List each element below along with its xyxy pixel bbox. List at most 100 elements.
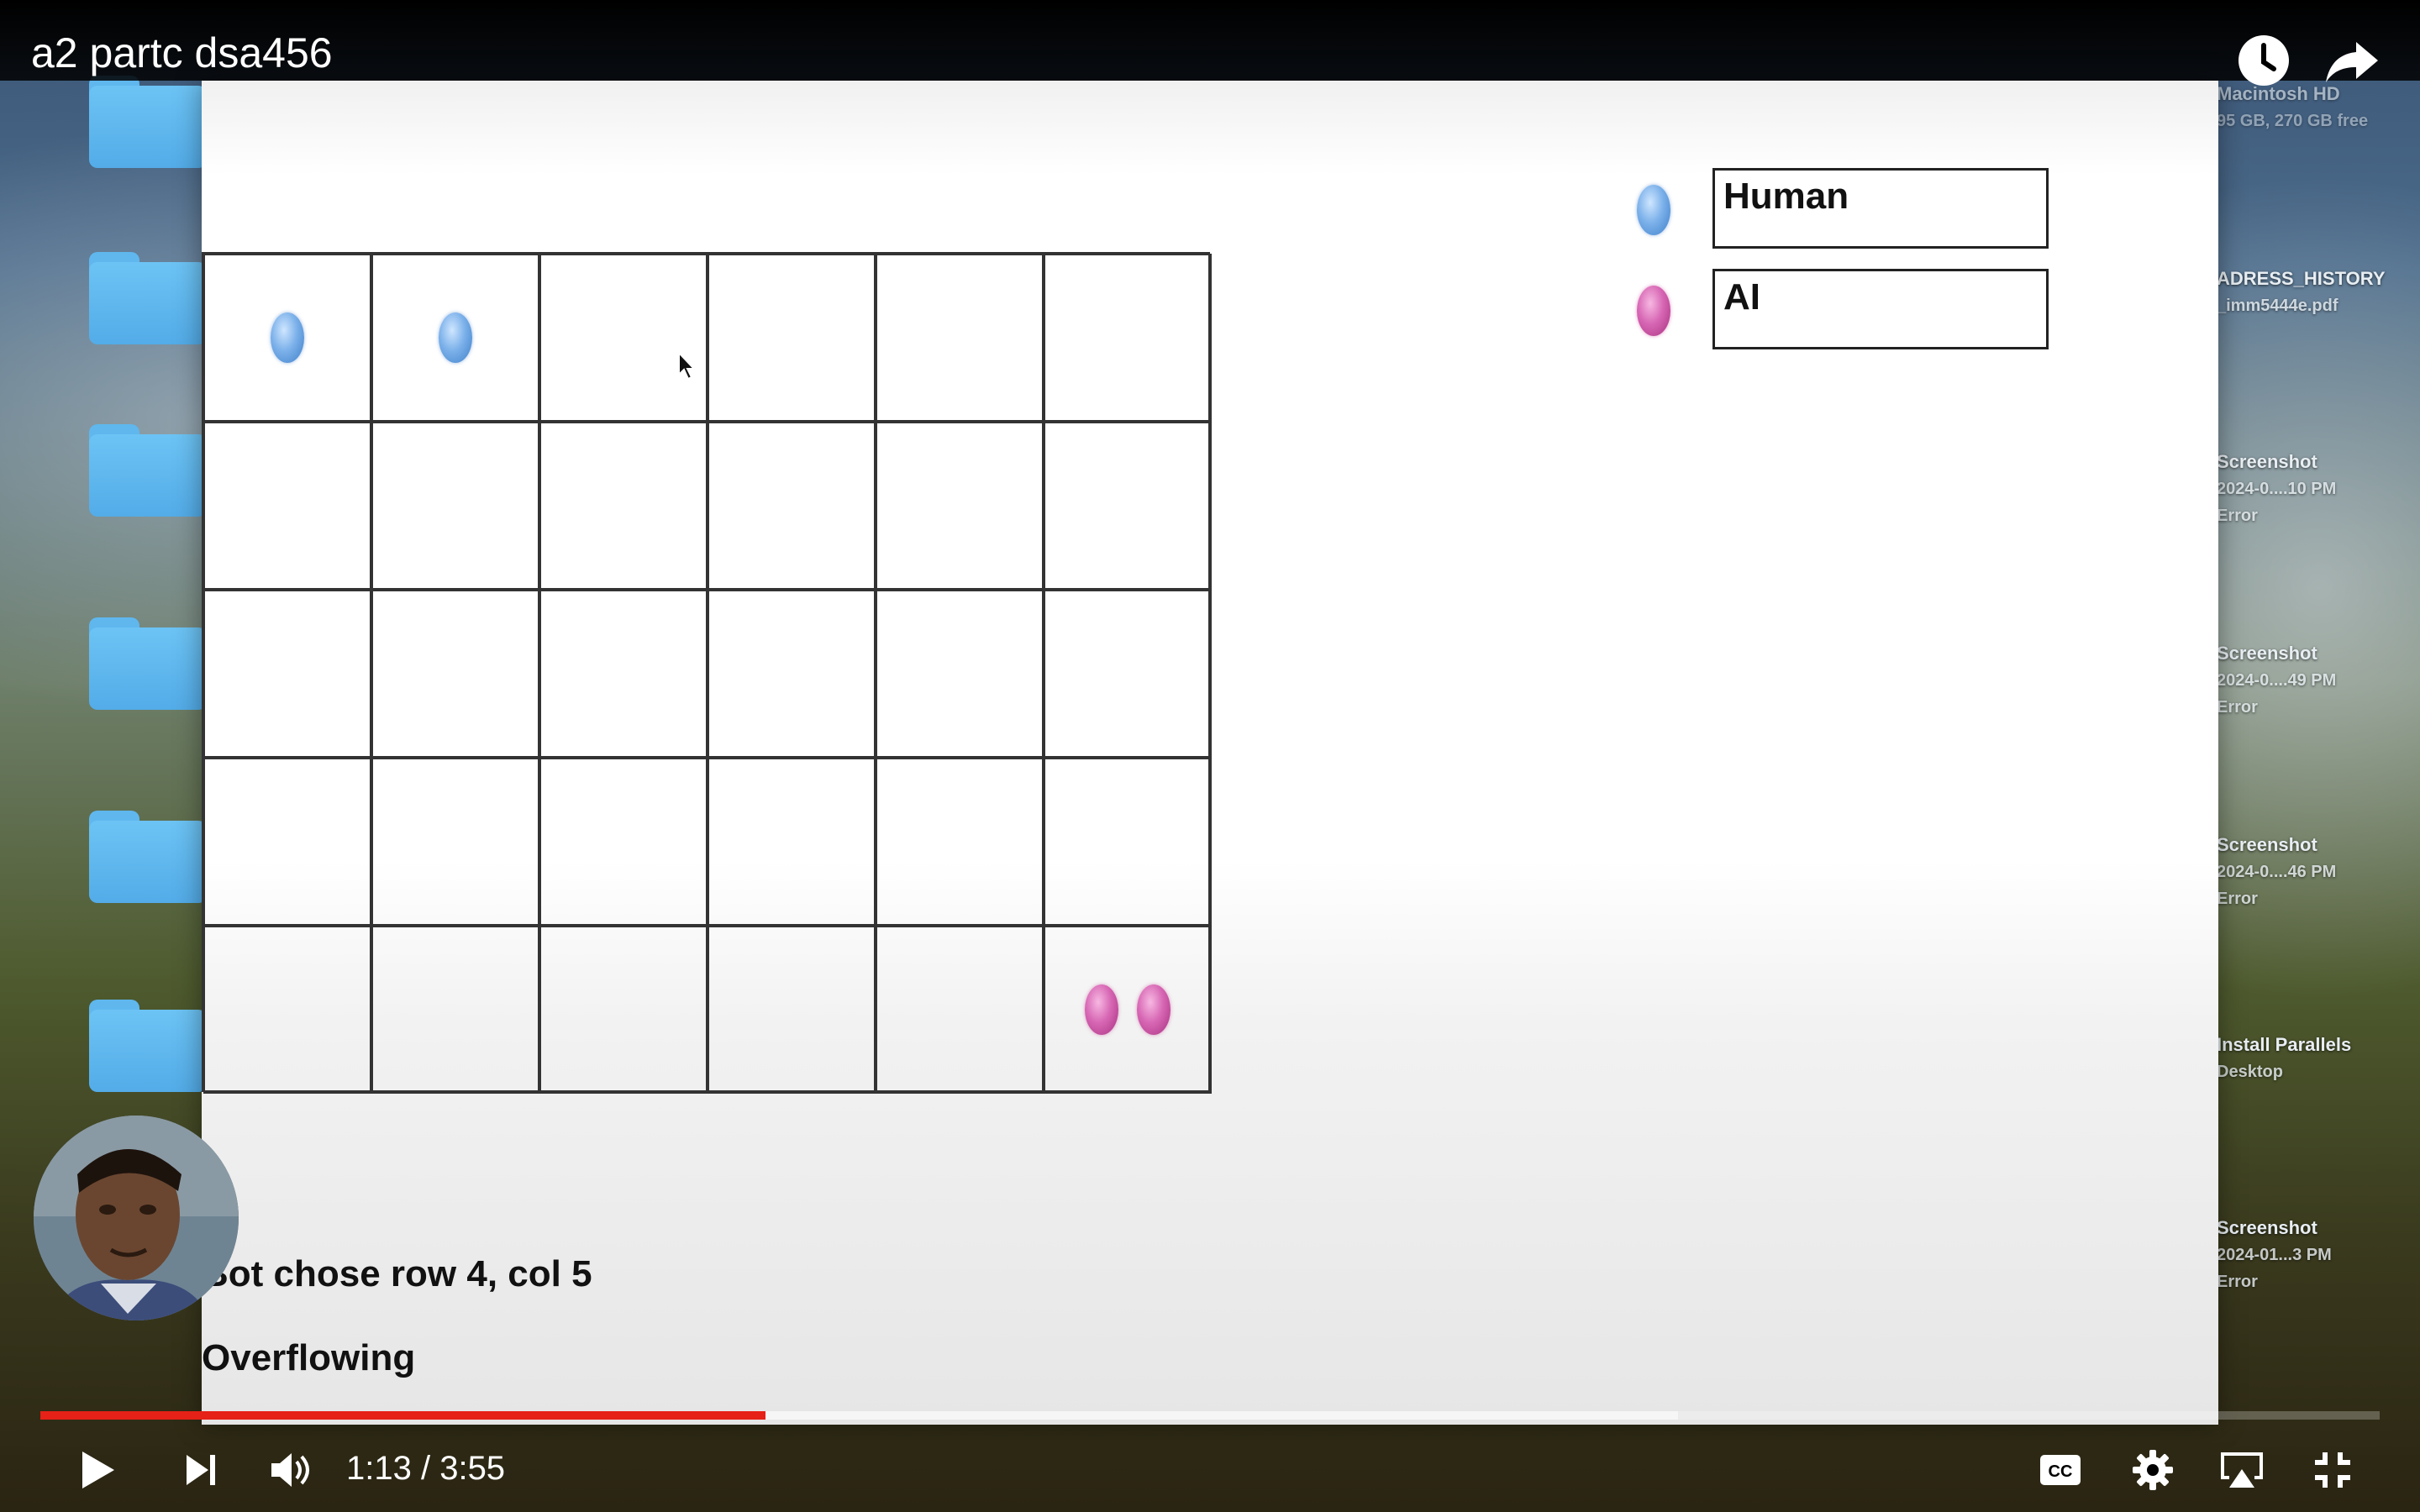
title-gradient	[0, 0, 2420, 81]
board-cell[interactable]	[876, 758, 1044, 926]
file-status: Error	[2217, 507, 2258, 525]
board-cell[interactable]	[708, 758, 876, 926]
game-window: Human AI Bot chose row 4, col 5 Overflow…	[202, 81, 2218, 1425]
board-cell[interactable]	[371, 254, 539, 422]
file-name: Screenshot	[2217, 451, 2317, 472]
file-status: Error	[2217, 698, 2258, 717]
progress-played	[40, 1411, 766, 1420]
time-display: 1:13 / 3:55	[346, 1450, 505, 1488]
file-name: Screenshot	[2217, 643, 2317, 664]
video-title: a2 partc dsa456	[31, 29, 333, 76]
board-cell[interactable]	[1044, 422, 1212, 590]
file-status: Error	[2217, 1273, 2258, 1291]
board-cell[interactable]	[708, 254, 876, 422]
desktop-file-label: Screenshot 2024-0....49 PM Error	[2217, 640, 2418, 721]
status-message: Overflowing	[202, 1337, 416, 1378]
volume-button[interactable]	[260, 1443, 321, 1497]
desktop-file-label: Screenshot 2024-01...3 PM Error	[2217, 1215, 2418, 1295]
ai-piece-icon	[1637, 286, 1670, 336]
progress-bar[interactable]	[40, 1411, 2380, 1420]
fullscreen-button[interactable]	[2302, 1443, 2363, 1497]
exit-fullscreen-icon	[2315, 1452, 2350, 1488]
board-cell[interactable]	[708, 926, 876, 1094]
time-current: 1:13	[346, 1450, 412, 1487]
cc-icon: CC	[2040, 1455, 2081, 1485]
board-cell[interactable]	[1044, 254, 1212, 422]
player-controls: 1:13 / 3:55 CC	[0, 1428, 2420, 1512]
skip-next-icon	[187, 1455, 215, 1485]
board-cell[interactable]	[708, 590, 876, 758]
next-button[interactable]	[171, 1443, 232, 1497]
board-cell[interactable]	[371, 590, 539, 758]
file-name: Screenshot	[2217, 1217, 2317, 1238]
board-cell[interactable]	[539, 422, 708, 590]
board-cell[interactable]	[371, 422, 539, 590]
desktop-folder-icon	[89, 811, 207, 903]
board-cell[interactable]	[203, 758, 371, 926]
board-cell[interactable]	[876, 590, 1044, 758]
settings-button[interactable]	[2123, 1443, 2183, 1497]
time-separator: /	[411, 1450, 440, 1487]
board-cell[interactable]	[876, 254, 1044, 422]
play-icon	[82, 1452, 114, 1488]
board-cell[interactable]	[203, 926, 371, 1094]
desktop-file-label: ADRESS_HISTORY _imm5444e.pdf	[2217, 265, 2418, 319]
file-name: Install Parallels	[2217, 1034, 2352, 1055]
board-cell[interactable]	[876, 422, 1044, 590]
desktop-folder-icon	[89, 424, 207, 517]
drive-info: 95 GB, 270 GB free	[2217, 112, 2369, 130]
legend-ai-label: AI	[1712, 269, 2049, 349]
board-cell[interactable]	[1044, 590, 1212, 758]
captions-button[interactable]: CC	[2030, 1443, 2091, 1497]
board-cell[interactable]	[1044, 926, 1212, 1094]
board-cell[interactable]	[708, 422, 876, 590]
desktop-folder-icon	[89, 1000, 207, 1092]
board-cell[interactable]	[371, 758, 539, 926]
file-subname: _imm5444e.pdf	[2217, 297, 2338, 315]
share-arrow-icon[interactable]	[2323, 30, 2383, 91]
file-name: ADRESS_HISTORY	[2217, 268, 2386, 289]
board-cell[interactable]	[203, 254, 371, 422]
desktop-folder-icon	[89, 617, 207, 710]
desktop-file-label: Screenshot 2024-0....46 PM Error	[2217, 832, 2418, 912]
human-piece-icon	[439, 312, 472, 363]
board-cell[interactable]	[203, 590, 371, 758]
video-frame[interactable]: Macintosh HD 95 GB, 270 GB free ADRESS_H…	[0, 0, 2420, 1512]
clock-icon[interactable]	[2233, 30, 2294, 91]
board-cell[interactable]	[539, 926, 708, 1094]
file-subname: Desktop	[2217, 1063, 2283, 1081]
desktop-folder-icon	[89, 76, 207, 168]
file-subname: 2024-0....49 PM	[2217, 671, 2337, 690]
human-piece-icon	[1637, 185, 1670, 235]
ai-piece-icon	[1085, 984, 1118, 1035]
legend-human-label: Human	[1712, 168, 2049, 249]
board-cell[interactable]	[1044, 758, 1212, 926]
time-total: 3:55	[439, 1450, 506, 1487]
board-cell[interactable]	[371, 926, 539, 1094]
airplay-icon	[2221, 1452, 2263, 1488]
board-cell[interactable]	[876, 926, 1044, 1094]
svg-text:CC: CC	[2049, 1462, 2073, 1481]
desktop-folder-icon	[89, 252, 207, 344]
file-status: Error	[2217, 890, 2258, 908]
file-subname: 2024-01...3 PM	[2217, 1246, 2332, 1264]
gear-icon	[2133, 1450, 2173, 1490]
desktop-file-label: Install Parallels Desktop	[2217, 1032, 2418, 1085]
mouse-cursor-icon	[678, 351, 697, 381]
file-name: Screenshot	[2217, 834, 2317, 855]
ai-piece-icon	[1137, 984, 1171, 1035]
human-piece-icon	[271, 312, 304, 363]
airplay-button[interactable]	[2212, 1443, 2272, 1497]
board-cell[interactable]	[539, 590, 708, 758]
volume-icon	[271, 1453, 309, 1487]
board-cell[interactable]	[203, 422, 371, 590]
bot-move-message: Bot chose row 4, col 5	[202, 1253, 592, 1294]
file-subname: 2024-0....46 PM	[2217, 863, 2337, 881]
board-cell[interactable]	[539, 758, 708, 926]
desktop-file-label: Screenshot 2024-0....10 PM Error	[2217, 449, 2418, 529]
game-board	[202, 252, 1212, 1094]
play-button[interactable]	[67, 1443, 128, 1497]
presenter-avatar	[34, 1116, 239, 1320]
board-cell[interactable]	[539, 254, 708, 422]
file-subname: 2024-0....10 PM	[2217, 480, 2337, 498]
